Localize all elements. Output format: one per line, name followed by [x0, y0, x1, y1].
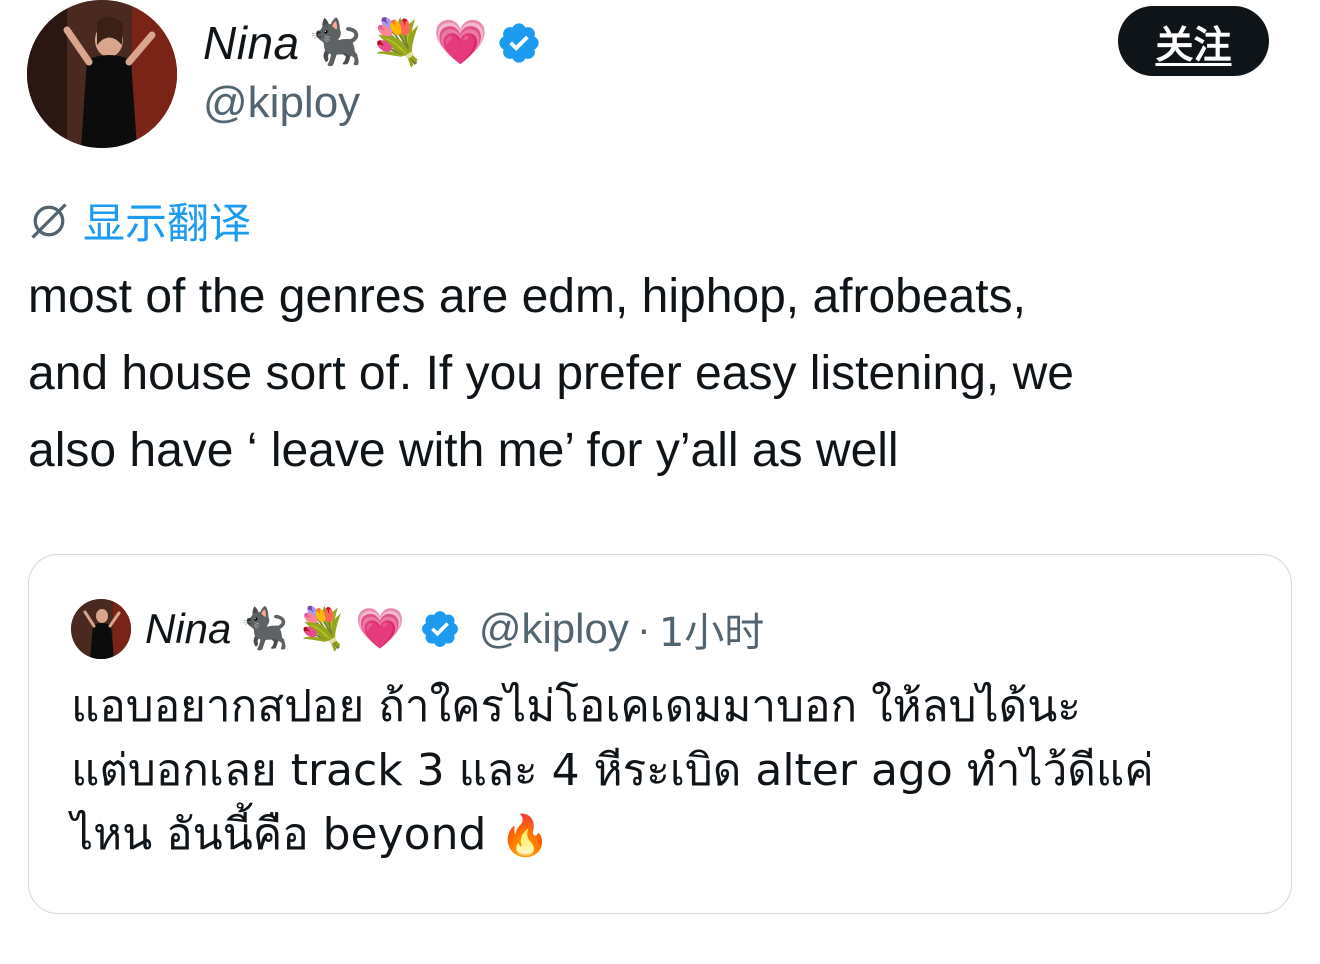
- quoted-tweet-text: แอบอยากสปอย ถ้าใครไม่โอเคเดมมาบอก ให้ลบไ…: [71, 675, 1271, 868]
- tweet-text-line: also have ‘ leave with me’ for y’all as …: [28, 424, 899, 477]
- cat-emoji-icon: 🐈‍⬛: [239, 606, 290, 652]
- show-translation-link[interactable]: 显示翻译: [27, 190, 251, 251]
- dot-separator: ·: [636, 605, 651, 652]
- author-name-row: Nina 🐈‍⬛ 💐 💗: [203, 8, 542, 78]
- quoted-author-avatar[interactable]: [71, 599, 131, 659]
- verified-badge-icon: [499, 23, 539, 63]
- quoted-author-row: Nina 🐈‍⬛ 💐 💗 @kiploy · 1小时: [145, 595, 764, 663]
- author-name[interactable]: Nina: [203, 16, 300, 70]
- cat-emoji-icon: 🐈‍⬛: [307, 17, 363, 68]
- quoted-text-line-last: ไหน อันนี้คือ beyond 🔥: [71, 803, 1271, 868]
- quoted-text-line: แต่บอกเลย track 3 และ 4 หีระเบิด alter a…: [71, 745, 1154, 796]
- translate-globe-icon: [31, 202, 67, 239]
- fire-emoji-icon: 🔥: [500, 813, 551, 859]
- tweet-text-line: and house sort of. If you prefer easy li…: [28, 347, 1074, 400]
- bouquet-emoji-icon: 💐: [297, 606, 348, 652]
- tweet-text: most of the genres are edm, hiphop, afro…: [28, 258, 1298, 489]
- author-handle[interactable]: @kiploy: [203, 78, 360, 128]
- quoted-author-name: Nina: [145, 605, 232, 652]
- quoted-author-handle: @kiploy: [478, 605, 629, 652]
- verified-badge-icon: [421, 611, 458, 647]
- avatar-photo: [71, 599, 131, 659]
- quoted-text-line: แอบอยากสปอย ถ้าใครไม่โอเคเดมมาบอก ให้ลบไ…: [71, 681, 1081, 732]
- quoted-tweet-card[interactable]: Nina 🐈‍⬛ 💐 💗 @kiploy · 1小时 แอบอยากสปอย ถ…: [28, 554, 1292, 914]
- quoted-text-line: ไหน อันนี้คือ beyond: [71, 809, 487, 860]
- heart-emoji-icon: 💗: [355, 606, 405, 652]
- author-avatar[interactable]: [27, 0, 177, 148]
- quoted-tweet-timestamp: 1小时: [658, 610, 765, 656]
- avatar-photo: [27, 0, 177, 148]
- follow-button[interactable]: 关注: [1118, 6, 1269, 76]
- show-translation-label: 显示翻译: [83, 199, 252, 248]
- tweet-text-line: most of the genres are edm, hiphop, afro…: [28, 270, 1026, 323]
- bouquet-emoji-icon: 💐: [370, 17, 426, 68]
- heart-emoji-icon: 💗: [433, 17, 488, 68]
